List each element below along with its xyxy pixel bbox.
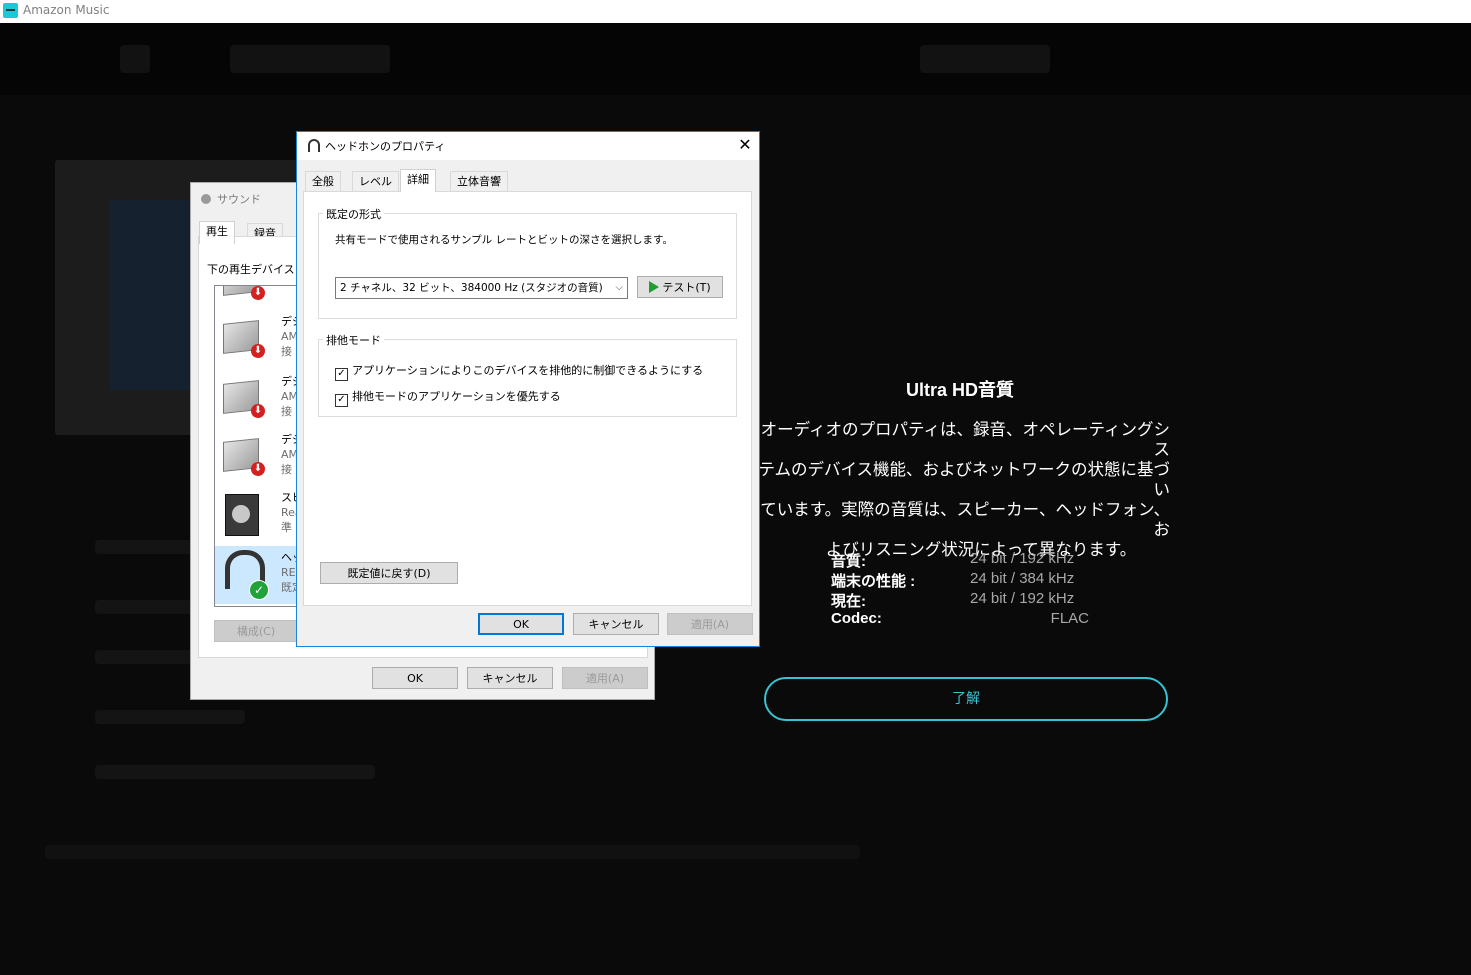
exclusive-mode-label: 排他モード <box>323 332 384 348</box>
tab-spatial-sound[interactable]: 立体音響 <box>450 171 508 192</box>
advanced-tab-panel: 既定の形式 共有モードで使用されるサンプル レートとビットの深さを選択します。 … <box>303 191 752 606</box>
format-select[interactable]: 2 チャネル、32 ビット、384000 Hz (スタジオの音質) ⌵ <box>335 277 628 299</box>
unplugged-arrow-icon: ⬇ <box>251 404 265 418</box>
description-line: オーディオのプロパティは、録音、オペレーティングシス <box>760 420 1170 459</box>
tab-advanced[interactable]: 詳細 <box>400 169 436 192</box>
footer-row-dimmed <box>45 845 860 859</box>
unplugged-arrow-icon: ⬇ <box>251 286 265 300</box>
spec-value: 24 bit / 384 kHz <box>970 570 1075 587</box>
default-format-description: 共有モードで使用されるサンプル レートとビットの深さを選択します。 <box>335 234 673 246</box>
spec-label: 現在: <box>831 593 866 610</box>
checkbox-checked-icon[interactable]: ✓ <box>335 368 348 381</box>
checkbox-checked-icon[interactable]: ✓ <box>335 394 348 407</box>
option-label: 排他モードのアプリケーションを優先する <box>352 390 561 403</box>
search-dimmed <box>920 45 1050 73</box>
spec-label: Codec: <box>831 610 882 627</box>
list-item[interactable]: ⬇ デジ AM 接 <box>215 314 305 372</box>
spec-value: FLAC <box>1050 610 1089 627</box>
dialog-title: ヘッドホンのプロパティ <box>325 140 446 153</box>
nav-links-dimmed <box>230 45 390 73</box>
modal-ok-button[interactable]: 了解 <box>764 677 1168 721</box>
list-item[interactable]: ⬇ デジ AM 接 <box>215 432 305 490</box>
ok-button[interactable]: OK <box>478 613 564 635</box>
cancel-button[interactable]: キャンセル <box>573 613 659 635</box>
headphone-icon <box>308 139 320 152</box>
restore-defaults-button[interactable]: 既定値に戻す(D) <box>320 562 458 584</box>
play-icon <box>649 281 660 293</box>
test-button[interactable]: テスト(T) <box>637 276 723 298</box>
ultra-hd-description: オーディオのプロパティは、録音、オペレーティングシス テムのデバイス機能、および… <box>748 420 1170 560</box>
test-button-label: テスト(T) <box>662 281 711 294</box>
app-titlebar: Amazon Music <box>0 0 1471 24</box>
list-item-selected[interactable]: ✓ ヘッ REI 既定 <box>215 546 305 604</box>
sound-ok-button[interactable]: OK <box>372 667 458 689</box>
unplugged-arrow-icon: ⬇ <box>251 344 265 358</box>
close-icon[interactable]: ✕ <box>734 134 756 156</box>
option-label: アプリケーションによりこのデバイスを排他的に制御できるようにする <box>352 364 704 377</box>
nav-icon-dimmed <box>120 45 150 73</box>
exclusive-control-option[interactable]: ✓ アプリケーションによりこのデバイスを排他的に制御できるようにする <box>335 362 703 381</box>
amazon-music-logo-icon <box>3 3 18 18</box>
description-line: テムのデバイス機能、およびネットワークの状態に基づい <box>758 460 1170 499</box>
spec-label: 音質: <box>831 553 866 570</box>
default-check-icon: ✓ <box>249 580 269 600</box>
default-format-group <box>318 213 737 319</box>
speaker-icon <box>225 494 259 536</box>
configure-button[interactable]: 構成(C) <box>214 620 298 642</box>
sound-dialog-title: サウンド <box>201 191 261 207</box>
sound-cancel-button[interactable]: キャンセル <box>467 667 553 689</box>
chevron-down-icon: ⌵ <box>615 282 623 293</box>
tab-levels[interactable]: レベル <box>352 171 399 192</box>
unplugged-arrow-icon: ⬇ <box>251 462 265 476</box>
track-row-dimmed <box>95 765 375 779</box>
format-select-value: 2 チャネル、32 ビット、384000 Hz (スタジオの音質) <box>340 282 603 294</box>
headphone-properties-dialog: ヘッドホンのプロパティ ✕ 全般 レベル 詳細 立体音響 既定の形式 共有モード… <box>296 131 760 647</box>
spec-label: 端末の性能 : <box>831 573 916 590</box>
description-line: よびリスニング状況によって異なります。 <box>825 540 1137 559</box>
dialog-titlebar: ヘッドホンのプロパティ ✕ <box>297 132 759 160</box>
exclusive-priority-option[interactable]: ✓ 排他モードのアプリケーションを優先する <box>335 388 561 407</box>
list-item[interactable]: ⬇ デジ AM 接 <box>215 374 305 432</box>
playback-device-list[interactable]: ⬇ 接 ⬇ デジ AM 接 ⬇ デジ AM 接 ⬇ デジ <box>214 285 306 607</box>
track-row-dimmed <box>95 710 245 724</box>
tab-general[interactable]: 全般 <box>305 171 341 192</box>
list-item[interactable]: スピ Rea 準 <box>215 490 305 548</box>
default-format-label: 既定の形式 <box>323 206 384 222</box>
tab-playback[interactable]: 再生 <box>199 221 235 244</box>
sound-dialog-title-text: サウンド <box>217 193 261 206</box>
spec-value: 24 bit / 192 kHz <box>970 550 1075 567</box>
playback-caption: 下の再生デバイス <box>207 263 295 276</box>
app-title: Amazon Music <box>23 3 110 17</box>
ultra-hd-title: Ultra HD音質 <box>905 380 1014 400</box>
speaker-icon <box>201 194 211 204</box>
app-header-dimmed <box>0 23 1471 95</box>
description-line: ています。実際の音質は、スピーカー、ヘッドフォン、お <box>760 500 1170 539</box>
spec-value: 24 bit / 192 kHz <box>970 590 1075 607</box>
list-item[interactable]: ⬇ 接 <box>215 286 305 314</box>
apply-button[interactable]: 適用(A) <box>667 613 753 635</box>
sound-apply-button[interactable]: 適用(A) <box>562 667 648 689</box>
